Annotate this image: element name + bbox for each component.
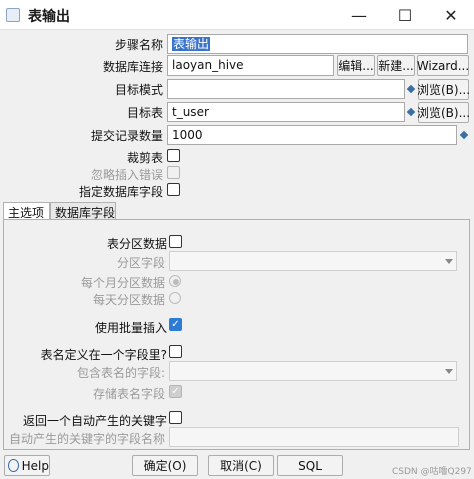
sql-button[interactable]: SQL <box>277 455 343 476</box>
variable-diamond-icon <box>406 84 416 94</box>
window-title: 表输出 <box>28 9 70 25</box>
wizard-button[interactable]: Wizard... <box>417 55 469 76</box>
partition-monthly-radio[interactable] <box>169 275 181 287</box>
maximize-icon[interactable]: ☐ <box>382 0 428 30</box>
chevron-down-icon <box>445 369 453 374</box>
variable-diamond-icon <box>459 130 469 140</box>
ignore-errors-label: 忽略插入错误 <box>90 168 163 182</box>
close-icon[interactable]: ✕ <box>428 0 474 30</box>
db-connection-label: 数据库连接 <box>102 60 163 74</box>
partition-daily-label: 每天分区数据 <box>92 293 165 307</box>
variable-diamond-icon <box>406 107 416 117</box>
new-connection-button[interactable]: 新建... <box>377 55 415 76</box>
help-button-label: Help <box>21 458 49 473</box>
db-connection-value: laoyan_hive <box>172 58 244 72</box>
table-name-field-select[interactable] <box>169 361 457 381</box>
ignore-errors-checkbox[interactable] <box>167 166 180 179</box>
key-field-name-label: 自动产生的关键字的字段名称 <box>8 432 165 446</box>
batch-insert-label: 使用批量插入 <box>94 321 167 335</box>
browse-schema-button[interactable]: 浏览(B)... <box>417 79 470 100</box>
truncate-label: 裁剪表 <box>126 151 163 165</box>
partition-label: 表分区数据 <box>106 237 167 251</box>
watermark: CSDN @咕噜Q297 <box>392 467 472 477</box>
truncate-checkbox[interactable] <box>167 149 180 162</box>
partition-field-label: 分区字段 <box>116 256 165 270</box>
app-icon <box>6 8 20 22</box>
partition-daily-radio[interactable] <box>169 292 181 304</box>
step-name-input[interactable]: 表输出 <box>167 34 468 54</box>
table-name-field-label: 包含表名的字段: <box>76 366 165 380</box>
partition-checkbox[interactable] <box>169 235 182 248</box>
chevron-down-icon <box>445 259 453 264</box>
table-in-field-label: 表名定义在一个字段里? <box>40 348 167 362</box>
db-connection-select[interactable]: laoyan_hive <box>167 55 334 76</box>
table-in-field-checkbox[interactable] <box>169 345 182 358</box>
return-key-label: 返回一个自动产生的关键字 <box>22 414 167 428</box>
target-table-label: 目标表 <box>126 106 163 120</box>
partition-field-select[interactable] <box>169 251 457 271</box>
ok-button[interactable]: 确定(O) <box>132 455 198 476</box>
specify-fields-checkbox[interactable] <box>167 183 180 196</box>
browse-table-button[interactable]: 浏览(B)... <box>417 102 470 123</box>
return-key-checkbox[interactable] <box>169 411 182 424</box>
specify-fields-label: 指定数据库字段 <box>78 185 163 199</box>
step-name-value: 表输出 <box>172 37 211 51</box>
cancel-button[interactable]: 取消(C) <box>208 455 274 476</box>
key-field-name-input[interactable] <box>169 427 459 447</box>
commit-size-input[interactable]: 1000 <box>167 125 457 145</box>
tab-database-fields[interactable]: 数据库字段 <box>50 202 116 220</box>
target-table-input[interactable]: t_user <box>167 102 405 122</box>
help-icon <box>8 459 19 472</box>
help-button[interactable]: Help <box>4 455 50 476</box>
edit-connection-button[interactable]: 编辑... <box>337 55 375 76</box>
target-schema-label: 目标模式 <box>114 83 163 97</box>
batch-insert-checkbox[interactable]: ✓ <box>169 318 182 331</box>
minimize-icon[interactable]: — <box>336 0 382 30</box>
step-name-label: 步骤名称 <box>114 38 163 52</box>
store-table-name-label: 存储表名字段 <box>92 387 165 401</box>
store-table-name-checkbox[interactable]: ✓ <box>169 385 182 398</box>
target-schema-input[interactable] <box>167 79 405 99</box>
partition-monthly-label: 每个月分区数据 <box>80 276 165 290</box>
commit-size-label: 提交记录数量 <box>90 129 163 143</box>
